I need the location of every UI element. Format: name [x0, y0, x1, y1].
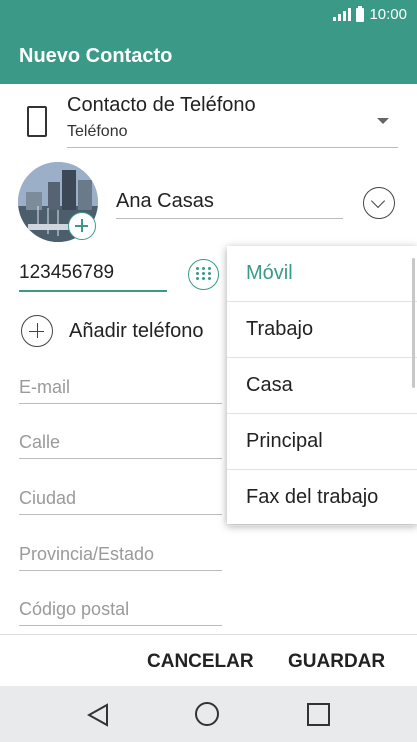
recent-apps-icon[interactable]	[307, 703, 330, 726]
street-underline	[19, 458, 222, 459]
back-icon[interactable]	[87, 703, 109, 727]
add-phone-label[interactable]: Añadir teléfono	[69, 320, 204, 343]
postal-code-underline	[19, 625, 222, 626]
phone-device-icon	[27, 106, 47, 137]
state-placeholder: Provincia/Estado	[19, 544, 155, 564]
status-bar: 10:00	[0, 0, 417, 30]
status-indicators: 10:00	[333, 5, 407, 23]
signal-icon	[333, 8, 352, 21]
action-divider	[0, 634, 417, 635]
add-phone-icon[interactable]	[21, 315, 53, 347]
postal-code-field[interactable]: Código postal	[19, 592, 222, 632]
phone-type-menu: Móvil Trabajo Casa Principal Fax del tra…	[227, 246, 417, 526]
dialpad-icon[interactable]	[188, 259, 219, 290]
state-field[interactable]: Provincia/Estado	[19, 537, 222, 577]
menu-item-trabajo[interactable]: Trabajo	[227, 302, 417, 358]
state-underline	[19, 570, 222, 571]
expand-name-button[interactable]	[363, 187, 395, 219]
navigation-bar	[0, 686, 417, 742]
postal-code-placeholder: Código postal	[19, 599, 130, 619]
account-subtitle: Teléfono	[67, 123, 128, 140]
email-field[interactable]: E-mail	[19, 370, 222, 410]
city-field[interactable]: Ciudad	[19, 481, 222, 521]
add-photo-icon[interactable]	[68, 212, 96, 240]
home-icon[interactable]	[195, 702, 219, 726]
dropdown-caret-icon	[377, 118, 389, 124]
menu-item-fax-del-trabajo[interactable]: Fax del trabajo	[227, 470, 417, 526]
street-placeholder: Calle	[19, 432, 61, 452]
battery-icon	[356, 5, 365, 22]
phone-field[interactable]: 123456789	[19, 262, 114, 284]
page-title: Nuevo Contacto	[19, 45, 173, 67]
status-time: 10:00	[369, 6, 407, 23]
app-bar: Nuevo Contacto	[0, 30, 417, 84]
menu-scrollbar[interactable]	[412, 258, 415, 388]
menu-item-movil[interactable]: Móvil	[227, 246, 417, 302]
email-placeholder: E-mail	[19, 377, 71, 397]
cancel-button[interactable]: CANCELAR	[147, 651, 254, 673]
city-placeholder: Ciudad	[19, 488, 77, 508]
email-underline	[19, 403, 222, 404]
save-button[interactable]: GUARDAR	[288, 651, 385, 673]
city-underline	[19, 514, 222, 515]
menu-item-casa[interactable]: Casa	[227, 358, 417, 414]
account-title: Contacto de Teléfono	[67, 94, 256, 116]
account-selector[interactable]: Contacto de Teléfono Teléfono	[0, 84, 417, 150]
menu-item-principal[interactable]: Principal	[227, 414, 417, 470]
name-field[interactable]: Ana Casas	[116, 190, 214, 213]
name-underline	[116, 218, 343, 219]
street-field[interactable]: Calle	[19, 425, 222, 465]
phone-underline	[19, 290, 167, 292]
account-divider	[67, 147, 398, 148]
